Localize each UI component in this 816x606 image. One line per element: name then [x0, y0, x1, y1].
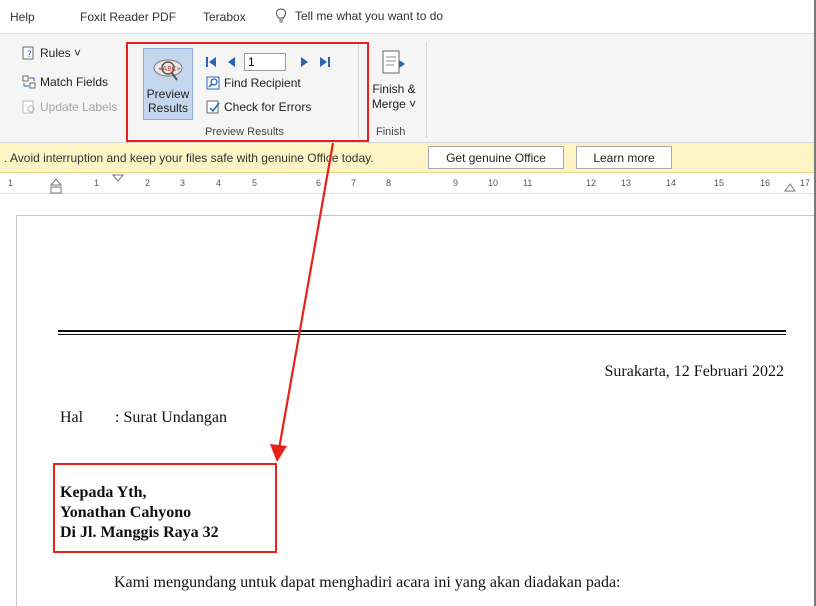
message-bar-text: . Avoid interruption and keep your files…: [4, 151, 374, 165]
match-fields-icon: [22, 75, 36, 89]
menu-terabox[interactable]: Terabox: [203, 10, 246, 24]
ruler-tick: 9: [453, 178, 459, 188]
menu-foxit-reader-pdf[interactable]: Foxit Reader PDF: [80, 10, 176, 24]
ruler-tick: 2: [145, 178, 151, 188]
rules-label: Rules ˅: [40, 46, 82, 60]
menu-help[interactable]: Help: [10, 10, 35, 24]
message-bar: . Avoid interruption and keep your files…: [0, 143, 816, 173]
letter-date: Surakarta, 12 Februari 2022: [604, 363, 784, 380]
right-indent-marker-icon[interactable]: [784, 182, 796, 192]
left-indent-marker-icon[interactable]: [50, 178, 62, 194]
update-labels-label: Update Labels: [40, 100, 118, 114]
letterhead-rule: [58, 330, 786, 332]
match-fields-button[interactable]: Match Fields: [22, 75, 108, 89]
first-line-indent-marker-icon[interactable]: [112, 174, 124, 182]
finish-merge-icon: [382, 50, 405, 74]
learn-more-button[interactable]: Learn more: [576, 146, 672, 169]
ruler-tick: 10: [488, 178, 499, 188]
ribbon-separator: [426, 42, 427, 138]
ruler-tick: 3: [180, 178, 186, 188]
finish-merge-label-2: Merge ˅: [371, 97, 417, 111]
ruler-tick: 6: [316, 178, 322, 188]
subject-line: Hal : Surat Undangan: [60, 409, 227, 427]
finish-group-label: Finish: [376, 126, 406, 138]
horizontal-ruler[interactable]: 1 1 2 3 4 5 6 7 8 9 10 11 12 13 14 15 16…: [0, 174, 816, 194]
match-fields-label: Match Fields: [40, 75, 109, 89]
letter-body-line: Kami mengundang untuk dapat menghadiri a…: [114, 574, 621, 591]
ruler-tick: 1: [8, 178, 14, 188]
ruler-tick: 17: [800, 178, 811, 188]
ruler-tick: 12: [586, 178, 597, 188]
page-edge-top: [16, 215, 816, 216]
page-edge-left: [16, 215, 17, 606]
rules-button[interactable]: ? Rules ˅: [22, 46, 81, 60]
finish-merge-label-1: Finish &: [372, 82, 416, 96]
ruler-tick: 15: [714, 178, 725, 188]
lightbulb-icon: [275, 8, 287, 23]
finish-merge-button[interactable]: Finish & Merge ˅: [368, 48, 420, 128]
ruler-tick: 13: [621, 178, 632, 188]
update-labels-button[interactable]: Update Labels: [22, 100, 117, 114]
rules-icon: ?: [22, 46, 34, 60]
get-genuine-office-button[interactable]: Get genuine Office: [428, 146, 564, 169]
ruler-tick: 7: [351, 178, 357, 188]
subject-label: Hal: [60, 409, 84, 426]
svg-text:?: ?: [27, 50, 32, 60]
preview-results-highlight-box: [126, 42, 369, 142]
ruler-tick: 11: [523, 178, 533, 188]
ruler-tick: 1: [94, 178, 100, 188]
ruler-tick: 4: [216, 178, 222, 188]
recipient-highlight-box: [53, 463, 277, 553]
ruler-tick: 16: [760, 178, 771, 188]
tell-me-text: Tell me what you want to do: [295, 9, 444, 23]
ruler-tick: 8: [386, 178, 392, 188]
ruler-tick: 14: [666, 178, 677, 188]
update-labels-icon: [22, 100, 35, 114]
menu-bar: Help Foxit Reader PDF Terabox Tell me wh…: [0, 0, 816, 34]
ribbon: ? Rules ˅ Match Fields Update Labels «AB…: [0, 34, 816, 143]
subject-value: : Surat Undangan: [115, 409, 227, 426]
letterhead-rule-thin: [58, 334, 786, 335]
tell-me-box[interactable]: Tell me what you want to do: [275, 8, 443, 24]
ruler-tick: 5: [252, 178, 258, 188]
